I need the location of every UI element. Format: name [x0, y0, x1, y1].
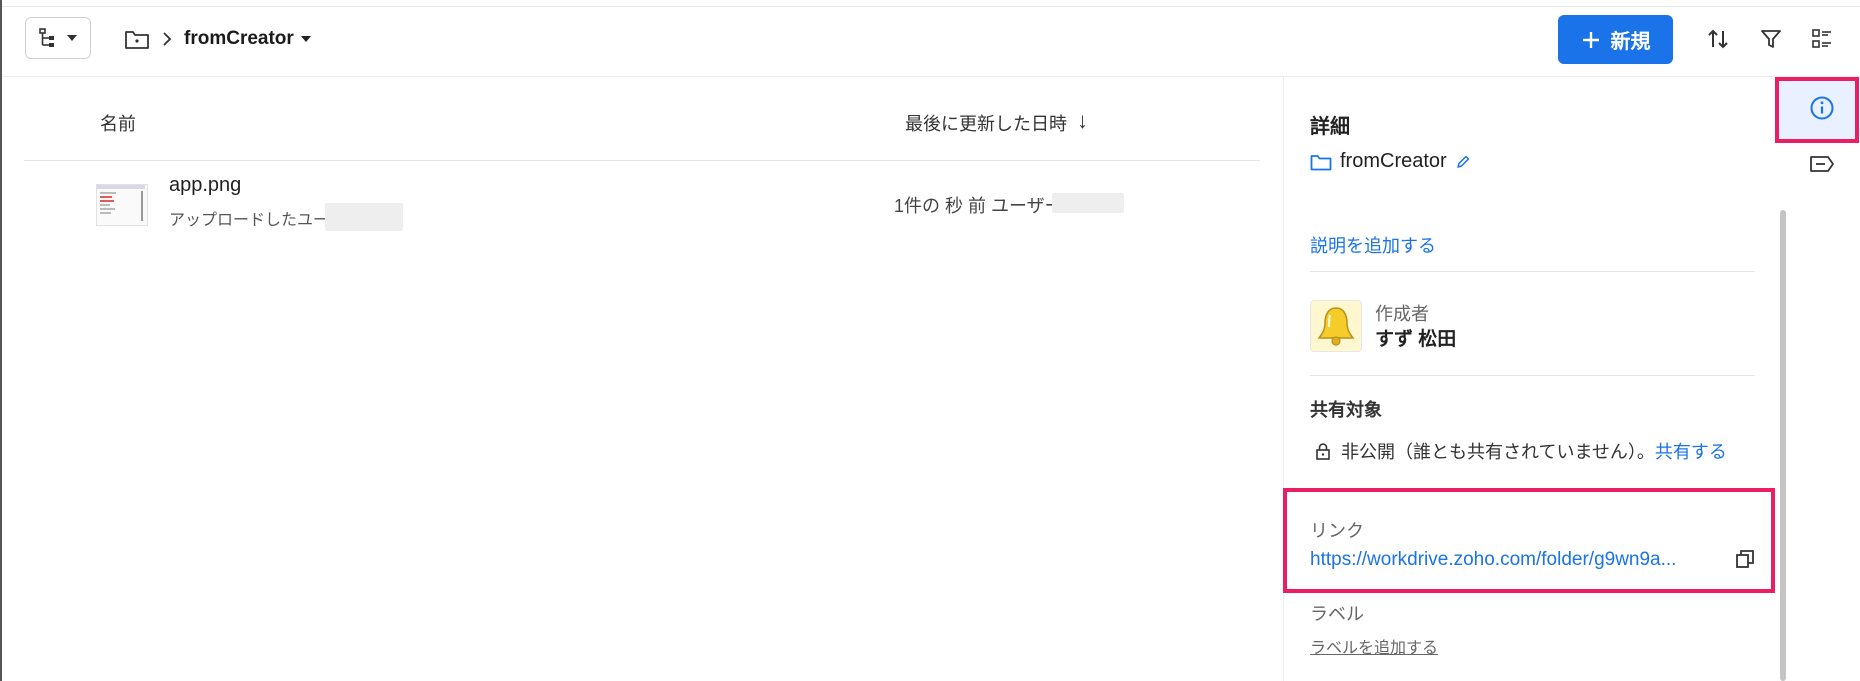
view-options-button[interactable]	[1807, 24, 1837, 54]
breadcrumb-current[interactable]: fromCreator	[184, 28, 312, 50]
divider	[1310, 375, 1755, 376]
file-thumbnail[interactable]	[96, 184, 148, 226]
column-header-modified[interactable]: 最後に更新した日時 ↓	[905, 108, 1088, 136]
details-title: 詳細	[1310, 116, 1350, 138]
add-label-link[interactable]: ラベルを追加する	[1310, 634, 1438, 658]
info-button[interactable]	[1806, 92, 1838, 124]
copy-link-button[interactable]	[1734, 548, 1756, 570]
lock-icon	[1316, 443, 1330, 460]
bell-icon	[1317, 307, 1355, 346]
label-tag-icon	[1810, 156, 1834, 172]
creator-name: すず 松田	[1375, 329, 1457, 350]
left-border	[0, 0, 2, 681]
header-divider	[24, 160, 1260, 161]
breadcrumb-current-label: fromCreator	[184, 28, 294, 49]
folder-outline-icon[interactable]	[124, 28, 150, 50]
copy-icon	[1736, 550, 1754, 568]
chevron-right-icon	[163, 32, 172, 46]
details-scrollbar[interactable]	[1780, 210, 1786, 681]
info-icon	[1810, 96, 1834, 120]
add-description-link[interactable]: 説明を追加する	[1310, 232, 1436, 258]
creator-label: 作成者	[1375, 304, 1429, 324]
shared-status-row: 非公開（誰とも共有されていません）。共有する	[1315, 438, 1727, 464]
label-section-title: ラベル	[1310, 604, 1364, 624]
column-header-name[interactable]: 名前	[100, 110, 136, 136]
sort-button[interactable]	[1703, 24, 1733, 54]
folder-icon	[1310, 154, 1332, 170]
tree-view-toggle[interactable]	[25, 17, 91, 59]
labels-panel-button[interactable]	[1806, 148, 1838, 180]
details-folder-name: fromCreator	[1340, 150, 1447, 172]
column-header-modified-label: 最後に更新した日時	[905, 114, 1067, 134]
link-label: リンク	[1310, 521, 1364, 541]
avatar	[1310, 300, 1362, 352]
tree-icon	[39, 28, 54, 47]
redacted-username	[1052, 193, 1124, 213]
new-button-label: 新規	[1610, 31, 1651, 53]
list-view-icon	[1812, 29, 1831, 48]
file-modified: 1件の 秒 前 ユーザー	[894, 196, 1063, 216]
filter-icon	[1761, 30, 1781, 48]
breadcrumb: fromCreator	[124, 24, 312, 54]
redacted-username	[325, 203, 403, 231]
shared-status-text: 非公開（誰とも共有されていません）。	[1341, 442, 1655, 462]
file-name[interactable]: app.png	[169, 174, 241, 197]
caret-down-icon	[67, 35, 77, 41]
shared-with-label: 共有対象	[1310, 400, 1382, 420]
plus-icon	[1582, 31, 1599, 48]
sort-desc-arrow: ↓	[1077, 108, 1088, 133]
folder-link-url[interactable]: https://workdrive.zoho.com/folder/g9wn9a…	[1310, 549, 1676, 571]
details-folder: fromCreator	[1310, 150, 1471, 173]
divider	[1310, 271, 1755, 272]
share-link[interactable]: 共有する	[1655, 442, 1727, 462]
new-button[interactable]: 新規	[1558, 15, 1673, 64]
caret-down-icon	[300, 36, 311, 42]
pencil-icon[interactable]	[1455, 154, 1471, 170]
sort-icon	[1708, 29, 1728, 49]
filter-button[interactable]	[1756, 24, 1786, 54]
image-preview	[97, 185, 145, 221]
